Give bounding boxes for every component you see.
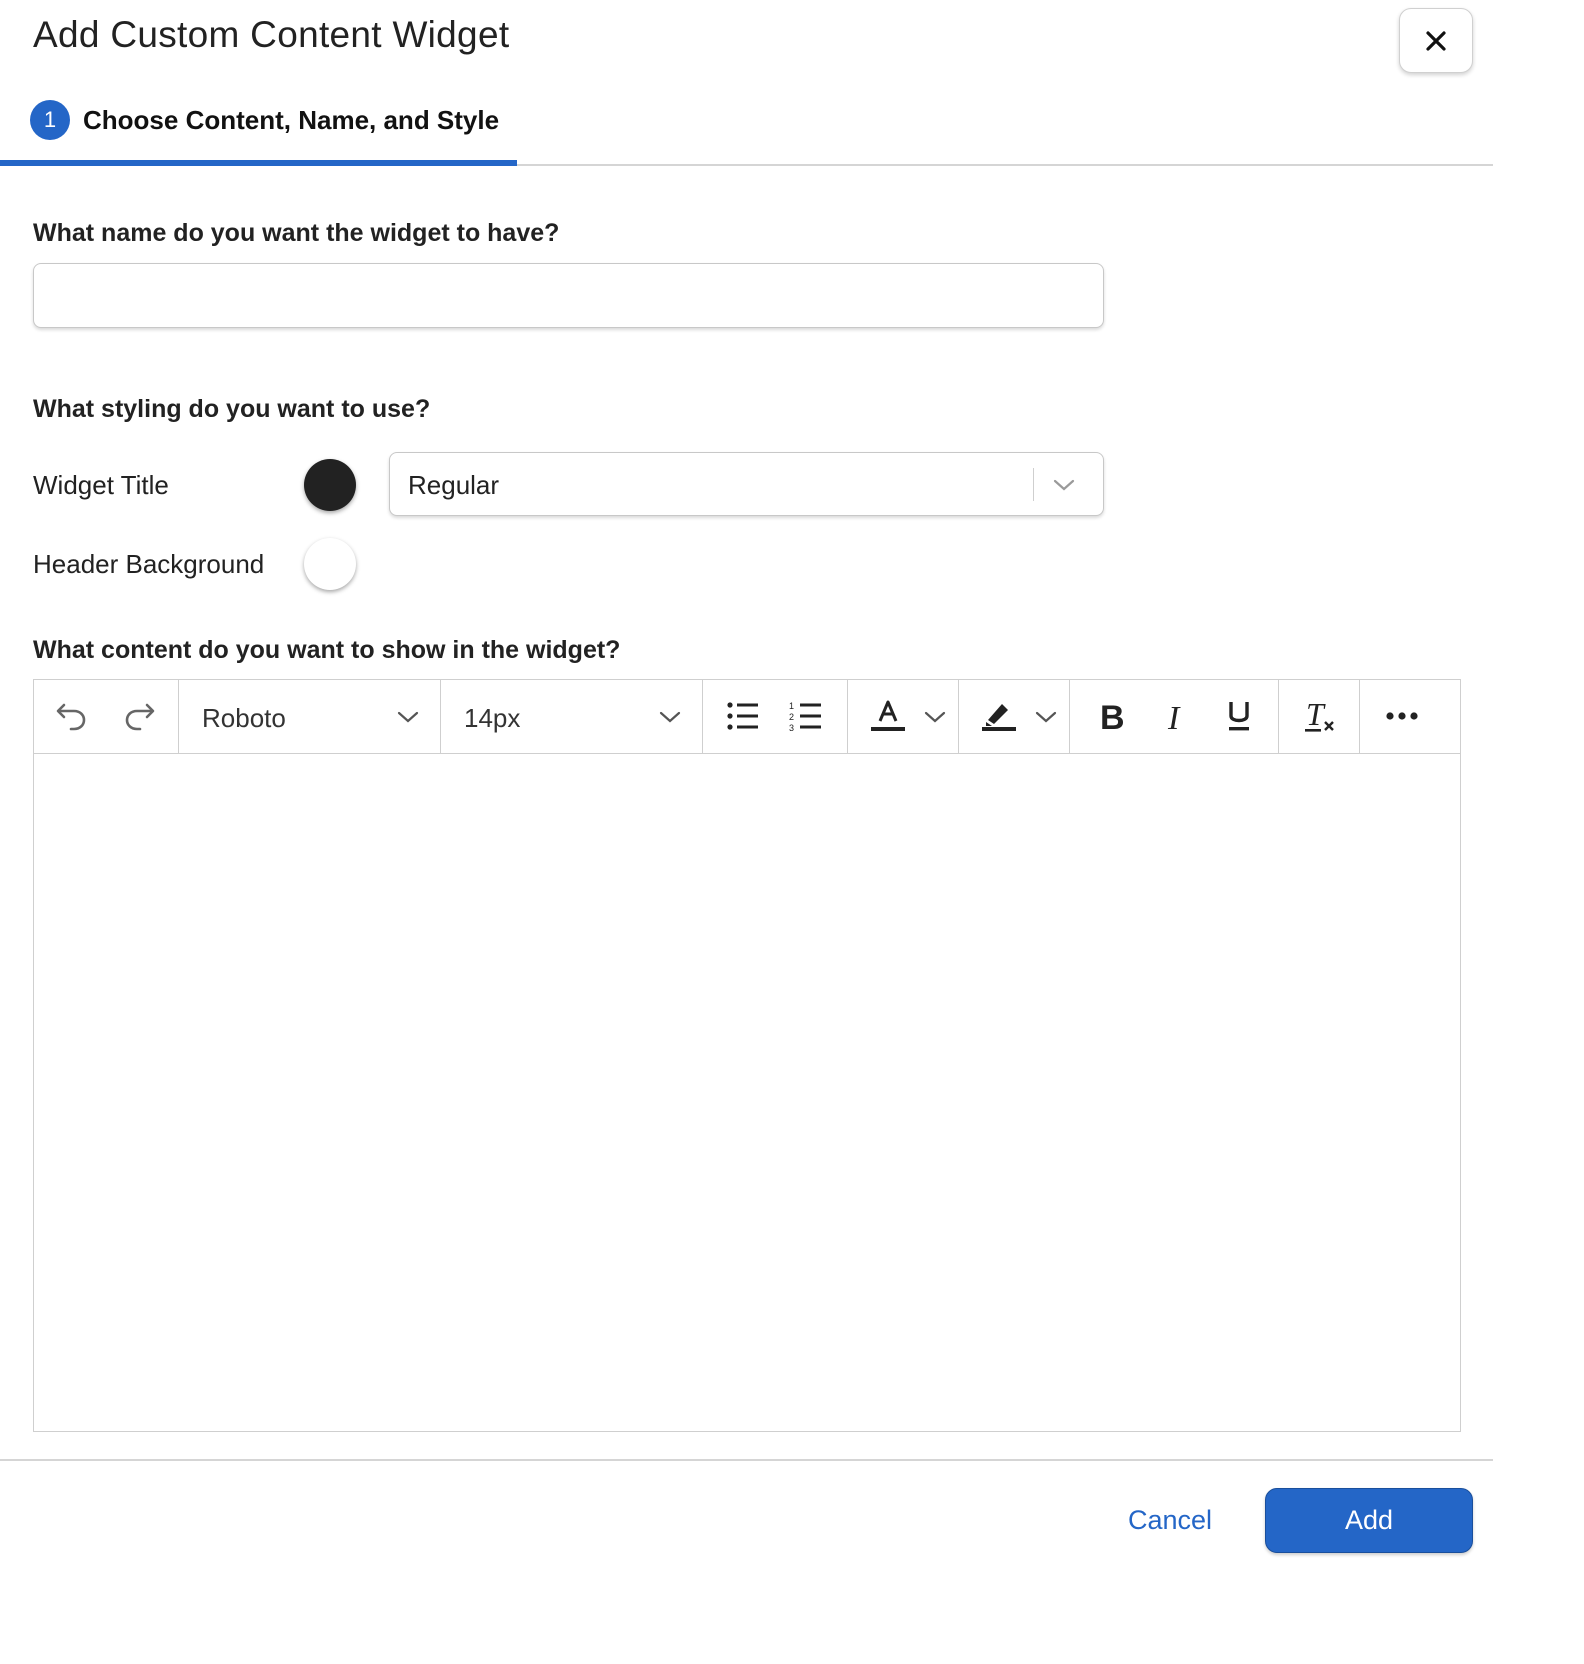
header-background-label: Header Background — [33, 549, 265, 579]
footer-divider — [0, 1459, 1493, 1461]
bold-button[interactable]: B — [1095, 696, 1129, 736]
cancel-button[interactable]: Cancel — [1110, 1488, 1230, 1553]
redo-icon — [125, 703, 155, 731]
italic-button[interactable]: I — [1159, 696, 1193, 736]
text-color-swatch-button[interactable] — [868, 696, 908, 736]
editor-toolbar: Roboto 14px 1 2 3 B I T — [34, 680, 1460, 754]
numbered-list-icon: 1 2 3 — [789, 701, 821, 732]
editor-content-area[interactable] — [34, 755, 1460, 1431]
redo-button[interactable] — [119, 696, 159, 736]
font-family-select[interactable]: Roboto — [179, 680, 441, 753]
header-background-color-swatch[interactable] — [304, 538, 356, 590]
chevron-down-icon — [1035, 711, 1057, 723]
close-icon — [1426, 30, 1446, 51]
text-color-button[interactable] — [848, 680, 959, 753]
widget-title-label: Widget Title — [33, 470, 169, 500]
step-number-badge: 1 — [30, 100, 70, 140]
name-section-label: What name do you want the widget to have… — [33, 219, 560, 247]
content-section-label: What content do you want to show in the … — [33, 636, 621, 664]
svg-text:I: I — [1167, 700, 1181, 732]
undo-icon — [56, 703, 86, 731]
text-color-icon — [871, 700, 905, 731]
svg-text:B: B — [1100, 700, 1125, 732]
svg-text:T: T — [1306, 698, 1326, 732]
dialog-title: Add Custom Content Widget — [33, 14, 510, 55]
more-options-button[interactable] — [1382, 696, 1422, 736]
svg-text:3: 3 — [789, 723, 794, 732]
clear-format-icon: T — [1305, 698, 1334, 732]
clear-format-button[interactable]: T — [1302, 696, 1338, 736]
chevron-down-icon — [397, 711, 419, 723]
widget-title-weight-select[interactable]: Regular — [389, 452, 1104, 516]
highlight-icon — [982, 704, 1016, 731]
widget-title-color-swatch[interactable] — [304, 459, 356, 511]
format-group: B I — [1070, 680, 1279, 753]
numbered-list-button[interactable]: 1 2 3 — [788, 696, 824, 736]
tab-label: Choose Content, Name, and Style — [83, 104, 500, 135]
close-button[interactable] — [1399, 8, 1473, 73]
undo-button[interactable] — [52, 696, 92, 736]
add-widget-dialog: Add Custom Content Widget 1 Choose Conte… — [0, 0, 1584, 1664]
widget-name-input[interactable] — [33, 263, 1104, 328]
underline-icon — [1229, 702, 1249, 731]
step-tabs: 1 Choose Content, Name, and Style — [0, 90, 1493, 166]
bold-icon: B — [1100, 700, 1125, 732]
more-icon — [1386, 712, 1418, 720]
highlight-color-button[interactable] — [959, 680, 1070, 753]
chevron-down-icon — [1053, 479, 1075, 491]
font-size-select[interactable]: 14px — [441, 680, 703, 753]
font-size-value: 14px — [464, 703, 521, 733]
styling-section-label: What styling do you want to use? — [33, 395, 431, 423]
tab-choose-content[interactable]: 1 Choose Content, Name, and Style — [0, 90, 517, 166]
bulleted-list-icon — [727, 702, 758, 730]
select-separator — [1033, 468, 1034, 501]
chevron-down-icon — [659, 711, 681, 723]
rich-text-editor: Roboto 14px 1 2 3 B I T — [33, 679, 1461, 1432]
highlight-swatch-button[interactable] — [979, 696, 1019, 736]
weight-select-value: Regular — [408, 470, 500, 500]
italic-icon: I — [1167, 700, 1181, 732]
bulleted-list-button[interactable] — [725, 696, 761, 736]
history-group — [34, 680, 179, 753]
underline-button[interactable] — [1222, 696, 1256, 736]
list-group: 1 2 3 — [703, 680, 848, 753]
svg-text:1: 1 — [789, 701, 794, 711]
svg-text:2: 2 — [789, 712, 794, 722]
font-family-value: Roboto — [202, 703, 286, 733]
clear-format-group: T — [1279, 680, 1360, 753]
add-button[interactable]: Add — [1265, 1488, 1473, 1553]
more-group — [1360, 680, 1461, 753]
chevron-down-icon — [924, 711, 946, 723]
